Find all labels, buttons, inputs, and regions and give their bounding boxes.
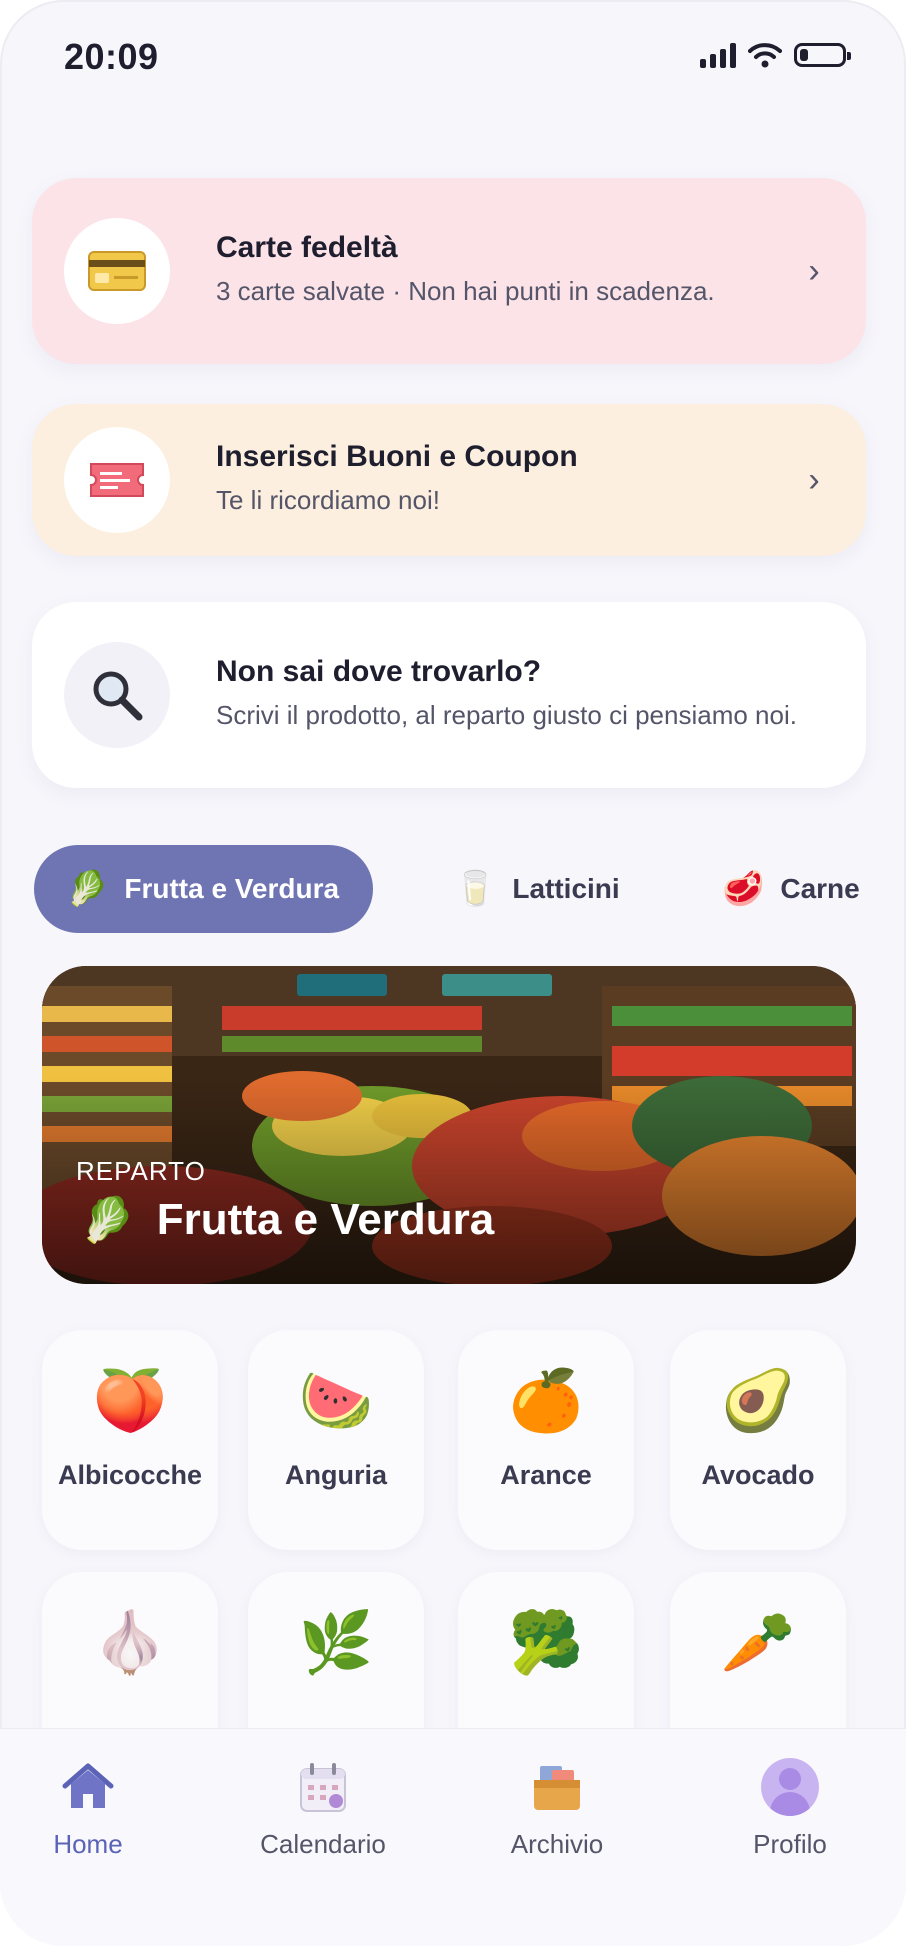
card-icon-circle: [64, 642, 170, 748]
card-icon-circle: [64, 427, 170, 533]
chip-label: Frutta e Verdura: [124, 873, 340, 904]
nav-label: Archivio: [510, 1829, 604, 1859]
nav-label: Home: [53, 1829, 123, 1859]
leafy-greens-icon: 🥬: [80, 1196, 135, 1245]
coupons-card[interactable]: Inserisci Buoni e Coupon Te li ricordiam…: [32, 404, 866, 556]
chevron-right-icon: ›: [808, 460, 820, 499]
card-title: Inserisci Buoni e Coupon: [216, 440, 578, 473]
home-icon: [61, 1751, 115, 1823]
card-subtitle: Scrivi il prodotto, al reparto giusto ci…: [216, 700, 797, 730]
peach-icon: 🍑: [92, 1367, 168, 1434]
carrot-icon: 🥕: [720, 1609, 796, 1676]
status-time: 20:09: [64, 36, 159, 77]
chip-frutta-e-verdura[interactable]: 🥬 Frutta e Verdura: [34, 845, 374, 933]
chip-carne[interactable]: 🥩 Carne: [722, 845, 860, 933]
nav-calendario[interactable]: Calendario: [243, 1751, 403, 1860]
card-title: Non sai dove trovarlo?: [216, 655, 542, 688]
product-label: Avocado: [701, 1460, 815, 1490]
department-banner[interactable]: REPARTO 🥬 Frutta e Verdura: [42, 966, 856, 1284]
chip-latticini[interactable]: 🥛 Latticini: [454, 845, 620, 933]
card-icon-circle: [64, 218, 170, 324]
status-bar: 20:09: [0, 0, 906, 110]
product-tile-avocado[interactable]: 🥑 Avocado: [670, 1330, 846, 1550]
product-finder-card[interactable]: Non sai dove trovarlo? Scrivi il prodott…: [32, 602, 866, 788]
meat-icon: 🥩: [722, 870, 765, 908]
banner-kicker: REPARTO: [76, 1156, 206, 1186]
product-label: Anguria: [284, 1460, 387, 1490]
nav-archivio[interactable]: Archivio: [477, 1751, 637, 1860]
herb-icon: 🌿: [298, 1609, 374, 1676]
avatar-icon: [761, 1758, 819, 1816]
loyalty-cards-card[interactable]: Carte fedeltà 3 carte salvate · Non hai …: [32, 178, 866, 364]
ticket-icon: [90, 463, 144, 497]
status-icons: [700, 42, 851, 68]
product-tile-anguria[interactable]: 🍉 Anguria: [248, 1330, 424, 1550]
calendar-icon: [298, 1751, 348, 1823]
card-subtitle: Te li ricordiamo noi!: [216, 485, 440, 515]
card-title: Carte fedeltà: [216, 231, 398, 264]
orange-icon: 🍊: [508, 1367, 584, 1434]
credit-card-icon: [88, 251, 146, 291]
category-chips: 🥬 Frutta e Verdura 🥛 Latticini 🥩 Carne: [34, 845, 866, 933]
avocado-icon: 🥑: [720, 1367, 796, 1434]
product-tile-albicocche[interactable]: 🍑 Albicocche: [42, 1330, 218, 1550]
watermelon-icon: 🍉: [298, 1367, 374, 1434]
phone-screen: 20:09 Carte fedeltà 3 carte salvate · No…: [0, 0, 906, 1946]
banner-title-text: Frutta e Verdura: [156, 1195, 495, 1244]
battery-icon: [794, 43, 851, 67]
chevron-right-icon: ›: [808, 251, 820, 290]
cellular-signal-icon: [700, 42, 736, 68]
battery-level: [800, 49, 808, 61]
banner-title: 🥬 Frutta e Verdura: [80, 1194, 494, 1246]
product-label: Albicocche: [57, 1460, 203, 1490]
chip-label: Latticini: [512, 873, 620, 904]
milk-glass-icon: 🥛: [454, 870, 497, 908]
nav-profilo[interactable]: Profilo: [710, 1751, 870, 1860]
leafy-greens-icon: 🥬: [66, 870, 109, 908]
card-subtitle: 3 carte salvate · Non hai punti in scade…: [216, 276, 715, 306]
archive-box-icon: [530, 1751, 584, 1823]
product-tile-arance[interactable]: 🍊 Arance: [458, 1330, 634, 1550]
nav-home[interactable]: Home: [8, 1751, 168, 1860]
bottom-nav: Home Calendario Archivio Profilo: [0, 1728, 906, 1946]
product-label: Arance: [500, 1460, 592, 1490]
wifi-icon: [748, 43, 782, 68]
nav-label: Calendario: [260, 1829, 386, 1859]
nav-label: Profilo: [753, 1829, 827, 1859]
broccoli-icon: 🥦: [508, 1609, 584, 1676]
magnifier-icon: [93, 671, 143, 721]
garlic-icon: 🧄: [92, 1609, 168, 1676]
chip-label: Carne: [780, 873, 860, 904]
